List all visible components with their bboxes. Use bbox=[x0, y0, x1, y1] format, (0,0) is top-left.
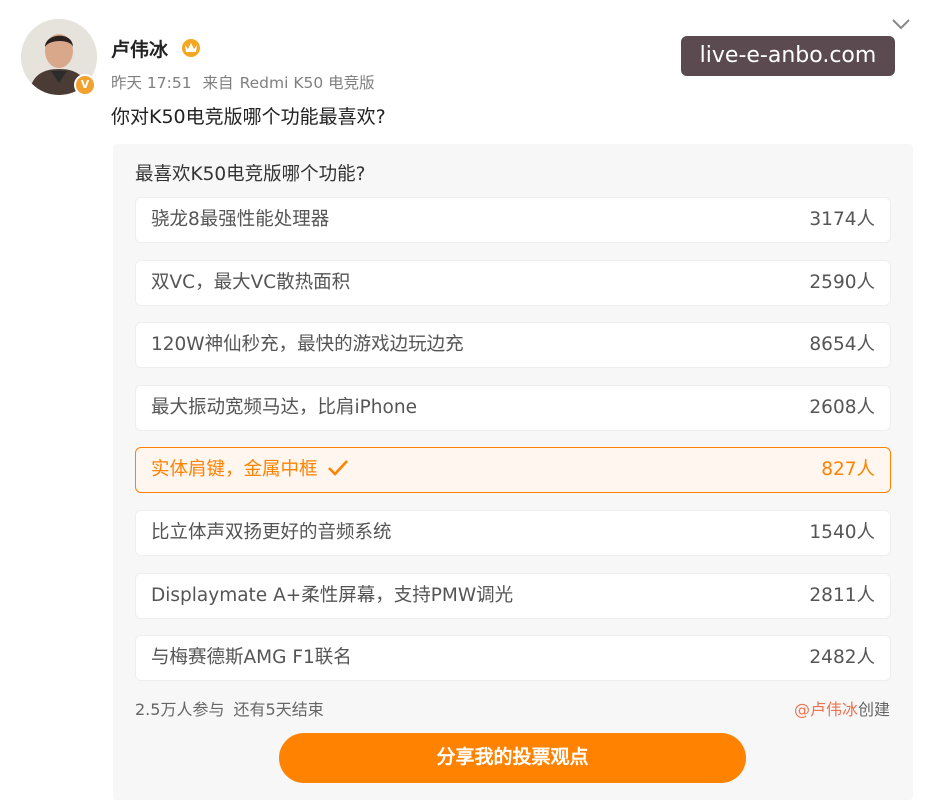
option-count: 2590人 bbox=[809, 272, 875, 293]
option-label: 双VC，最大VC散热面积 bbox=[151, 272, 351, 293]
watermark: live-e-anbo.com bbox=[681, 36, 895, 76]
participant-count: 2.5万人参与 bbox=[135, 700, 225, 719]
time-remaining: 还有5天结束 bbox=[233, 700, 324, 719]
post-source[interactable]: Redmi K50 电竞版 bbox=[240, 74, 375, 92]
option-label: 实体肩键，金属中框 bbox=[151, 448, 350, 492]
poll-option[interactable]: Displaymate A+柔性屏幕，支持PMW调光 2811人 bbox=[135, 573, 891, 619]
crown-icon bbox=[182, 39, 200, 57]
poll-option[interactable]: 120W神仙秒充，最快的游戏边玩边充 8654人 bbox=[135, 322, 891, 368]
poll-question: 最喜欢K50电竞版哪个功能? bbox=[135, 164, 366, 185]
option-label-text: 实体肩键，金属中框 bbox=[151, 459, 318, 480]
share-vote-button[interactable]: 分享我的投票观点 bbox=[279, 733, 746, 783]
option-label: 最大振动宽频马达，比肩iPhone bbox=[151, 397, 417, 418]
option-label: 骁龙8最强性能处理器 bbox=[151, 209, 330, 230]
option-label: 比立体声双扬更好的音频系统 bbox=[151, 522, 392, 543]
option-count: 2608人 bbox=[809, 397, 875, 418]
option-count: 827人 bbox=[821, 459, 875, 480]
post-meta: 昨天 17:51 来自 Redmi K50 电竞版 bbox=[111, 71, 381, 93]
poll-option[interactable]: 双VC，最大VC散热面积 2590人 bbox=[135, 260, 891, 306]
option-count: 2482人 bbox=[809, 647, 875, 668]
poll-option[interactable]: 比立体声双扬更好的音频系统 1540人 bbox=[135, 510, 891, 556]
poll-creator: @卢伟冰创建 bbox=[794, 696, 890, 720]
poll-option[interactable]: 骁龙8最强性能处理器 3174人 bbox=[135, 197, 891, 243]
weibo-post: V 卢伟冰 昨天 17:51 来自 Redmi K50 电竞版 你对K50电竞版哪… bbox=[0, 0, 928, 800]
option-count: 3174人 bbox=[809, 209, 875, 230]
poll-option[interactable]: 与梅赛德斯AMG F1联名 2482人 bbox=[135, 635, 891, 681]
poll-option[interactable]: 最大振动宽频马达，比肩iPhone 2608人 bbox=[135, 385, 891, 431]
post-text: 你对K50电竞版哪个功能最喜欢? bbox=[111, 106, 386, 128]
post-time[interactable]: 昨天 17:51 bbox=[111, 74, 192, 92]
creator-link[interactable]: @卢伟冰 bbox=[794, 700, 858, 719]
option-label: 与梅赛德斯AMG F1联名 bbox=[151, 647, 352, 668]
verified-badge: V bbox=[74, 74, 96, 96]
source-prefix: 来自 bbox=[202, 74, 234, 92]
option-count: 1540人 bbox=[809, 522, 875, 543]
created-suffix: 创建 bbox=[857, 700, 890, 719]
option-count: 2811人 bbox=[809, 585, 875, 606]
chevron-down-icon[interactable] bbox=[890, 16, 912, 32]
option-label: 120W神仙秒充，最快的游戏边玩边充 bbox=[151, 334, 464, 355]
poll-stats: 2.5万人参与 还有5天结束 bbox=[135, 696, 328, 720]
username[interactable]: 卢伟冰 bbox=[111, 35, 168, 62]
check-icon bbox=[327, 460, 348, 476]
option-label: Displaymate A+柔性屏幕，支持PMW调光 bbox=[151, 585, 514, 606]
option-count: 8654人 bbox=[809, 334, 875, 355]
poll-option-selected[interactable]: 实体肩键，金属中框 827人 bbox=[135, 447, 891, 493]
